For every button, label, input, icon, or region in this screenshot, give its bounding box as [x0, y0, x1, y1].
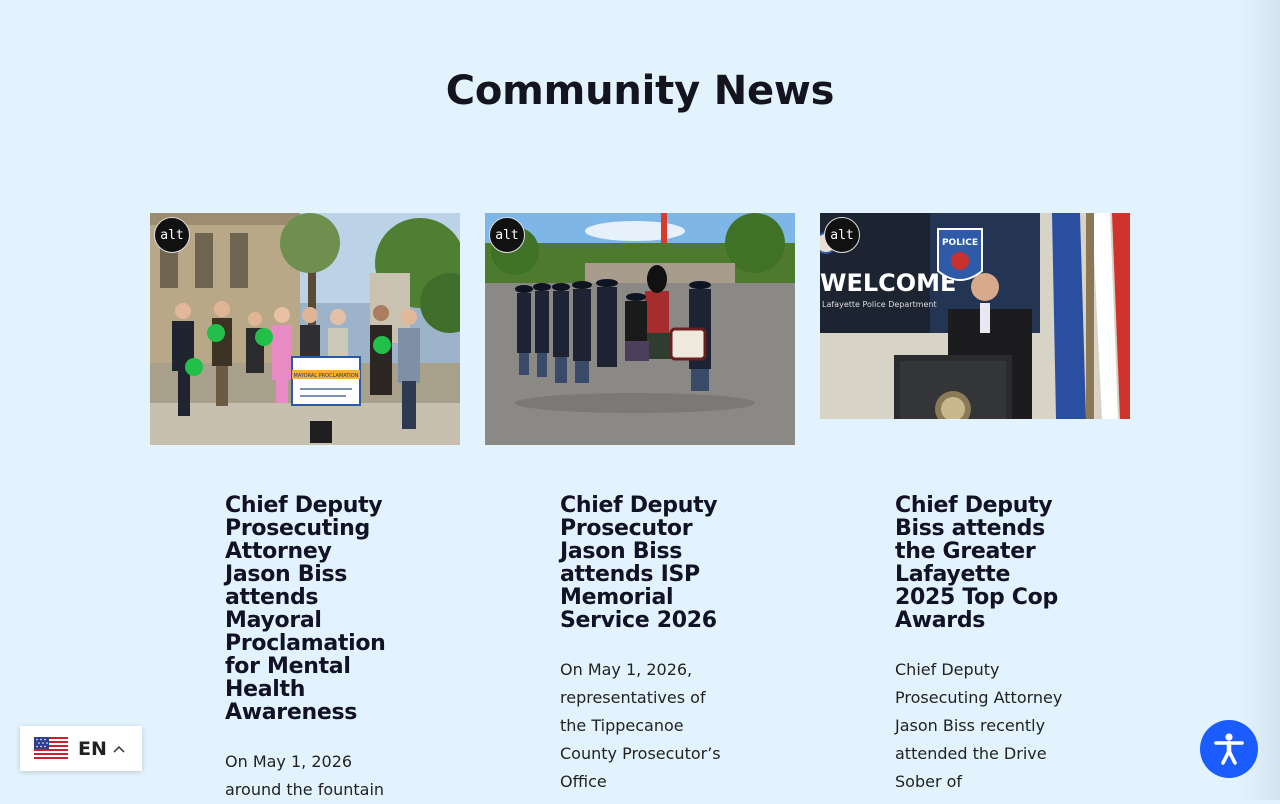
- alt-text-button[interactable]: alt: [154, 217, 190, 253]
- accessibility-icon: [1214, 733, 1244, 765]
- news-card-1-excerpt: On May 1, 2026 around the fountain: [225, 752, 385, 799]
- screen-subtext: Lafayette Police Department: [822, 300, 937, 309]
- top-cop-awards-photo: WELCOME Lafayette Police Department POLI…: [820, 213, 1130, 419]
- proclamation-photo: MAYORAL PROCLAMATION: [150, 213, 460, 445]
- news-card-2-excerpt: On May 1, 2026, representatives of the T…: [560, 660, 721, 791]
- news-card-2: alt Chief Deputy Prosecutor Jason Biss a…: [485, 213, 795, 791]
- memorial-service-photo: [485, 213, 795, 445]
- chevron-up-icon: [113, 745, 125, 753]
- news-card-3-excerpt: Chief Deputy Prosecuting Attorney Jason …: [895, 660, 1063, 791]
- news-card-3: WELCOME Lafayette Police Department POLI…: [820, 213, 1130, 791]
- language-code: EN: [78, 737, 107, 760]
- screen-welcome-text: WELCOME: [820, 269, 956, 297]
- news-card-1: MAYORAL PROCLAMATION alt Chief Deputy Pr…: [150, 213, 460, 799]
- news-card-2-image[interactable]: alt: [485, 213, 795, 445]
- language-switcher[interactable]: EN: [20, 726, 142, 771]
- accessibility-button[interactable]: [1200, 720, 1258, 778]
- news-card-1-image[interactable]: MAYORAL PROCLAMATION alt: [150, 213, 460, 445]
- news-card-2-title[interactable]: Chief Deputy Prosecutor Jason Biss atten…: [560, 494, 725, 632]
- proclamation-sign-text: MAYORAL PROCLAMATION: [294, 373, 359, 379]
- section-title: Community News: [445, 68, 835, 114]
- news-card-3-title[interactable]: Chief Deputy Biss attends the Greater La…: [895, 494, 1060, 632]
- screen-police-badge: POLICE: [942, 238, 978, 248]
- us-flag-icon: [34, 736, 68, 761]
- alt-text-button[interactable]: alt: [489, 217, 525, 253]
- page-edge-shadow: [1240, 0, 1280, 800]
- news-card-1-title[interactable]: Chief Deputy Prosecuting Attorney Jason …: [225, 494, 390, 724]
- news-card-3-image[interactable]: WELCOME Lafayette Police Department POLI…: [820, 213, 1130, 419]
- alt-text-button[interactable]: alt: [824, 217, 860, 253]
